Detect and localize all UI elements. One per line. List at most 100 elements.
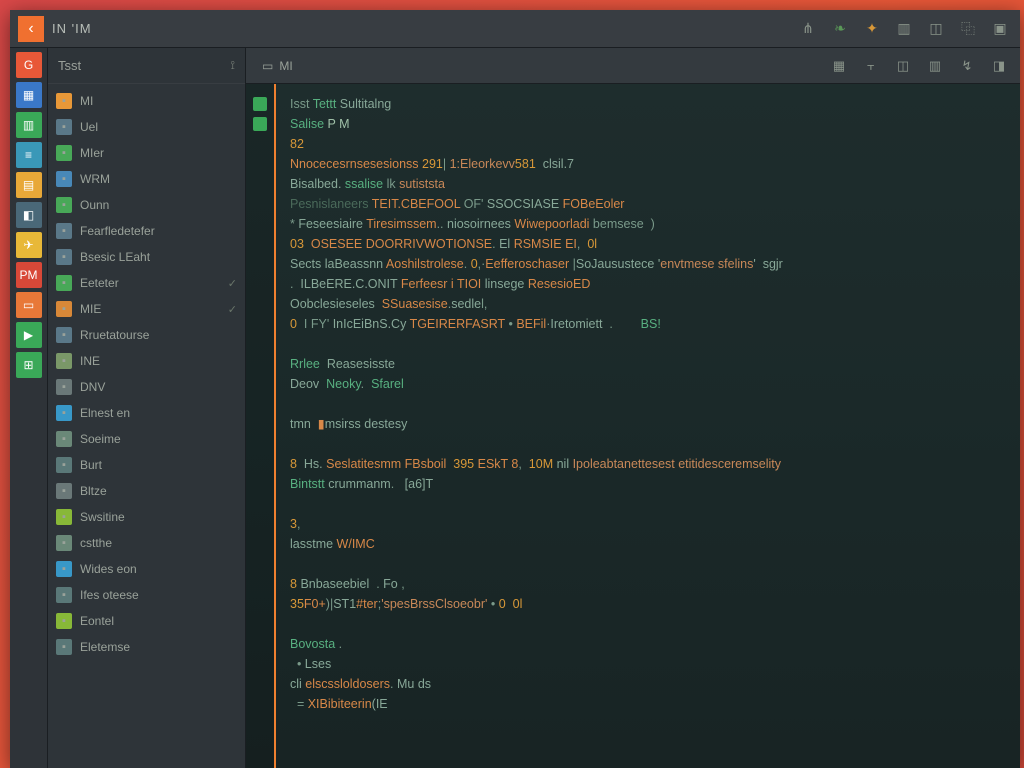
tree-label: INE xyxy=(80,354,100,368)
file-icon: ▪ xyxy=(56,145,72,161)
tool-icon: ▪ xyxy=(56,379,72,395)
tree-label: Bltze xyxy=(80,484,107,498)
tree-label: MIer xyxy=(80,146,104,160)
tree-item[interactable]: ▪WRM xyxy=(48,166,245,192)
tree-label: Eontel xyxy=(80,614,114,628)
gutter-marker[interactable] xyxy=(253,117,267,131)
code-line: tmn ▮msirss destesy xyxy=(290,414,1006,434)
tree-item[interactable]: ▪Rruetatourse xyxy=(48,322,245,348)
file-icon[interactable]: ▭ xyxy=(16,292,42,318)
plane-icon[interactable]: ✈ xyxy=(16,232,42,258)
check-icon: ✓ xyxy=(228,303,237,316)
code-line: 0 I FY' InIcEiBnS.Cy TGEIRERFASRT • BEFi… xyxy=(290,314,1006,334)
tree-label: Elnest en xyxy=(80,406,130,420)
code-line: Sects laBeassnn Aoshilstrolese. 0,·Eeffe… xyxy=(290,254,1006,274)
code-line: . ILBeERE.C.ONIT Ferfeesr i TIOI linsege… xyxy=(290,274,1006,294)
tree-item[interactable]: ▪Bsesic LEaht xyxy=(48,244,245,270)
tree-label: Swsitine xyxy=(80,510,125,524)
code-line: Bintstt crummanm. [a6]T xyxy=(290,474,1006,494)
tree-item[interactable]: ▪Fearfledetefer xyxy=(48,218,245,244)
close-icon[interactable]: ▣ xyxy=(988,19,1012,39)
pin-icon[interactable]: ⟟ xyxy=(231,58,235,73)
logo-g[interactable]: G xyxy=(16,52,42,78)
tree-label: Ounn xyxy=(80,198,109,212)
code-line: Nnocecesrnsesesionss 291| 1:Eleorkevv581… xyxy=(290,154,1006,174)
graph-icon[interactable]: ⿻ xyxy=(956,19,980,39)
tag-pm[interactable]: PM xyxy=(16,262,42,288)
tree-label: Bsesic LEaht xyxy=(80,250,150,264)
tree-label: WRM xyxy=(80,172,110,186)
chip-icon[interactable]: ▥ xyxy=(16,112,42,138)
tree-item[interactable]: ▪ Elnest en xyxy=(48,400,245,426)
box-icon[interactable]: ◧ xyxy=(16,202,42,228)
code-line: = XIBibiteerin(IE xyxy=(290,694,1006,714)
code-line: Bisalbed. ssalise lk sutiststa xyxy=(290,174,1006,194)
grid-icon[interactable]: ▤ xyxy=(16,172,42,198)
square-icon: ▪ xyxy=(56,509,72,525)
tree-item[interactable]: ▪Eletemse xyxy=(48,634,245,660)
table-icon[interactable]: ⊞ xyxy=(16,352,42,378)
tree-item[interactable]: ▪ Soeime xyxy=(48,426,245,452)
panel-icon: ▪ xyxy=(56,405,72,421)
code-line: Salise P M xyxy=(290,114,1006,134)
tree-item[interactable]: ▪ Swsitine xyxy=(48,504,245,530)
page-icon: ▪ xyxy=(56,639,72,655)
code-content[interactable]: Isst Tettt SultitalngSalise P M82Nnocece… xyxy=(276,84,1020,768)
module-icon: ▪ xyxy=(56,223,72,239)
columns-icon[interactable]: ▥ xyxy=(922,55,948,77)
tree-item[interactable]: ▪cstthe xyxy=(48,530,245,556)
tree-label: Burt xyxy=(80,458,102,472)
file-icon: ▪ xyxy=(56,301,72,317)
code-line: Rrlee Reasesisste xyxy=(290,354,1006,374)
layout-icon[interactable]: ◫ xyxy=(890,55,916,77)
tree-item[interactable]: ▪INE xyxy=(48,348,245,374)
tree-item[interactable]: ▪Ounn xyxy=(48,192,245,218)
share-icon[interactable]: ⋔ xyxy=(796,19,820,39)
leaf-icon[interactable]: ❧ xyxy=(828,19,852,39)
panel-icon[interactable]: ▦ xyxy=(826,55,852,77)
tree-item[interactable]: ▪Burt xyxy=(48,452,245,478)
tree-item[interactable]: ▪Ifes oteese xyxy=(48,582,245,608)
layout-icon[interactable]: ◫ xyxy=(924,19,948,39)
activity-bar: G ▦ ▥ ≡ ▤ ◧ ✈ PM ▭ ▶ ⊞ xyxy=(10,48,48,768)
tree-item[interactable]: ▪MI xyxy=(48,88,245,114)
tree-item[interactable]: ▪Bltze xyxy=(48,478,245,504)
module-icon: ▪ xyxy=(56,327,72,343)
tree-item[interactable]: ▪Uel xyxy=(48,114,245,140)
wrench-icon[interactable]: ↯ xyxy=(954,55,980,77)
code-line xyxy=(290,394,1006,414)
tree-item[interactable]: ▪Eeteter✓ xyxy=(48,270,245,296)
code-line: lasstme W/IMC xyxy=(290,534,1006,554)
tree-item[interactable]: ▪ DNV xyxy=(48,374,245,400)
code-line xyxy=(290,494,1006,514)
editor-toolbar: ▭ MI ▦ ⫟ ◫ ▥ ↯ ◨ xyxy=(246,48,1020,84)
star-icon[interactable]: ✦ xyxy=(860,19,884,39)
tree-item[interactable]: ▪MIE✓ xyxy=(48,296,245,322)
tree-item[interactable]: ▪Eontel xyxy=(48,608,245,634)
panel-icon[interactable]: ▥ xyxy=(892,19,916,39)
gutter-marker[interactable] xyxy=(253,97,267,111)
gear-icon: ▪ xyxy=(56,431,72,447)
code-line xyxy=(290,334,1006,354)
tree-label: Uel xyxy=(80,120,98,134)
code-line: 03 OSESEE DOORRIVWOTIONSE. El RSMSIE EI,… xyxy=(290,234,1006,254)
tree-label: Ifes oteese xyxy=(80,588,139,602)
code-line: cli elscssloldosers. Mu ds xyxy=(290,674,1006,694)
side-icon[interactable]: ◨ xyxy=(986,55,1012,77)
split-icon[interactable]: ⫟ xyxy=(858,55,884,77)
sidebar-header[interactable]: Tsst ⟟ xyxy=(48,48,245,84)
db-icon[interactable]: ≡ xyxy=(16,142,42,168)
sidebar-title: Tsst xyxy=(58,58,81,73)
tree-label: DNV xyxy=(80,380,105,394)
doc-icon[interactable]: ▦ xyxy=(16,82,42,108)
editor-tab[interactable]: ▭ MI xyxy=(254,54,301,78)
code-line: 82 xyxy=(290,134,1006,154)
check-icon: ✓ xyxy=(228,277,237,290)
code-line: 35F0+)|ST1#ter;'spesBrssClsoeobr' • 0 0l xyxy=(290,594,1006,614)
code-editor[interactable]: Isst Tettt SultitalngSalise P M82Nnocece… xyxy=(246,84,1020,768)
tree-item[interactable]: ▪ MIer xyxy=(48,140,245,166)
play-icon[interactable]: ▶ xyxy=(16,322,42,348)
tree-label: Soeime xyxy=(80,432,121,446)
back-button[interactable]: ‹ xyxy=(18,16,44,42)
tree-item[interactable]: ▪Wides eon xyxy=(48,556,245,582)
